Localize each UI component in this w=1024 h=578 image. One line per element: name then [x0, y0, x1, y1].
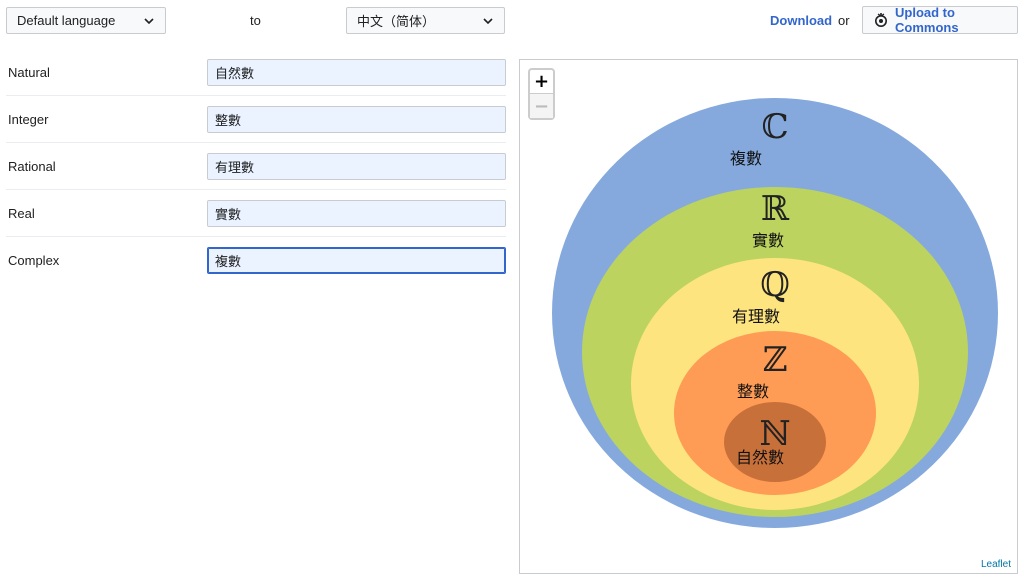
set-complex-label: 複數 [730, 149, 762, 168]
row-label-real: Real [8, 206, 35, 221]
leaflet-attribution-link[interactable]: Leaflet [978, 559, 1013, 570]
or-label: or [838, 13, 850, 28]
upload-to-commons-button[interactable]: Upload to Commons [862, 5, 1018, 35]
translation-row: Rational [6, 143, 506, 190]
number-sets-diagram: ℂ 複數 ℝ 實數 ℚ 有理數 ℤ 整數 ℕ 自然數 [552, 98, 998, 528]
zoom-in-button[interactable]: + [530, 70, 553, 94]
translation-row: Complex [6, 237, 506, 284]
set-integer-letter: ℤ [763, 340, 788, 380]
chevron-down-icon [144, 18, 154, 25]
to-label: to [250, 13, 261, 28]
set-rational-letter: ℚ [760, 265, 790, 305]
zoom-out-button[interactable]: − [530, 94, 553, 118]
target-language-select[interactable]: 中文（简体） [346, 7, 505, 34]
row-label-integer: Integer [8, 112, 49, 127]
translation-row: Real [6, 190, 506, 237]
image-preview-map[interactable]: ℂ 複數 ℝ 實數 ℚ 有理數 ℤ 整數 ℕ 自然數 + − Leaflet [519, 59, 1018, 574]
set-integer-label: 整數 [737, 382, 769, 401]
source-language-value: Default language [17, 13, 116, 28]
row-label-complex: Complex [8, 253, 60, 268]
source-language-select[interactable]: Default language [6, 7, 166, 34]
translation-input-integer[interactable] [207, 106, 506, 133]
translation-input-real[interactable] [207, 200, 506, 227]
target-language-value: 中文（简体） [357, 14, 436, 29]
translation-input-natural[interactable] [207, 59, 506, 86]
commons-logo-icon [875, 13, 887, 27]
translation-row: Natural [6, 49, 506, 96]
translation-input-complex[interactable] [207, 247, 506, 274]
download-link[interactable]: Download [770, 13, 832, 28]
row-label-rational: Rational [8, 159, 56, 174]
translation-input-rational[interactable] [207, 153, 506, 180]
set-rational-label: 有理數 [732, 307, 780, 326]
upload-label: Upload to Commons [895, 5, 959, 35]
set-real-letter: ℝ [761, 189, 790, 229]
chevron-down-icon [483, 18, 493, 25]
row-label-natural: Natural [8, 65, 50, 80]
zoom-control: + − [528, 68, 555, 120]
set-complex-letter: ℂ [761, 107, 788, 147]
translation-row: Integer [6, 96, 506, 143]
set-real-label: 實數 [752, 231, 784, 250]
set-natural-label: 自然數 [736, 448, 784, 467]
translation-rows: Natural Integer Rational Real Complex [6, 49, 506, 284]
